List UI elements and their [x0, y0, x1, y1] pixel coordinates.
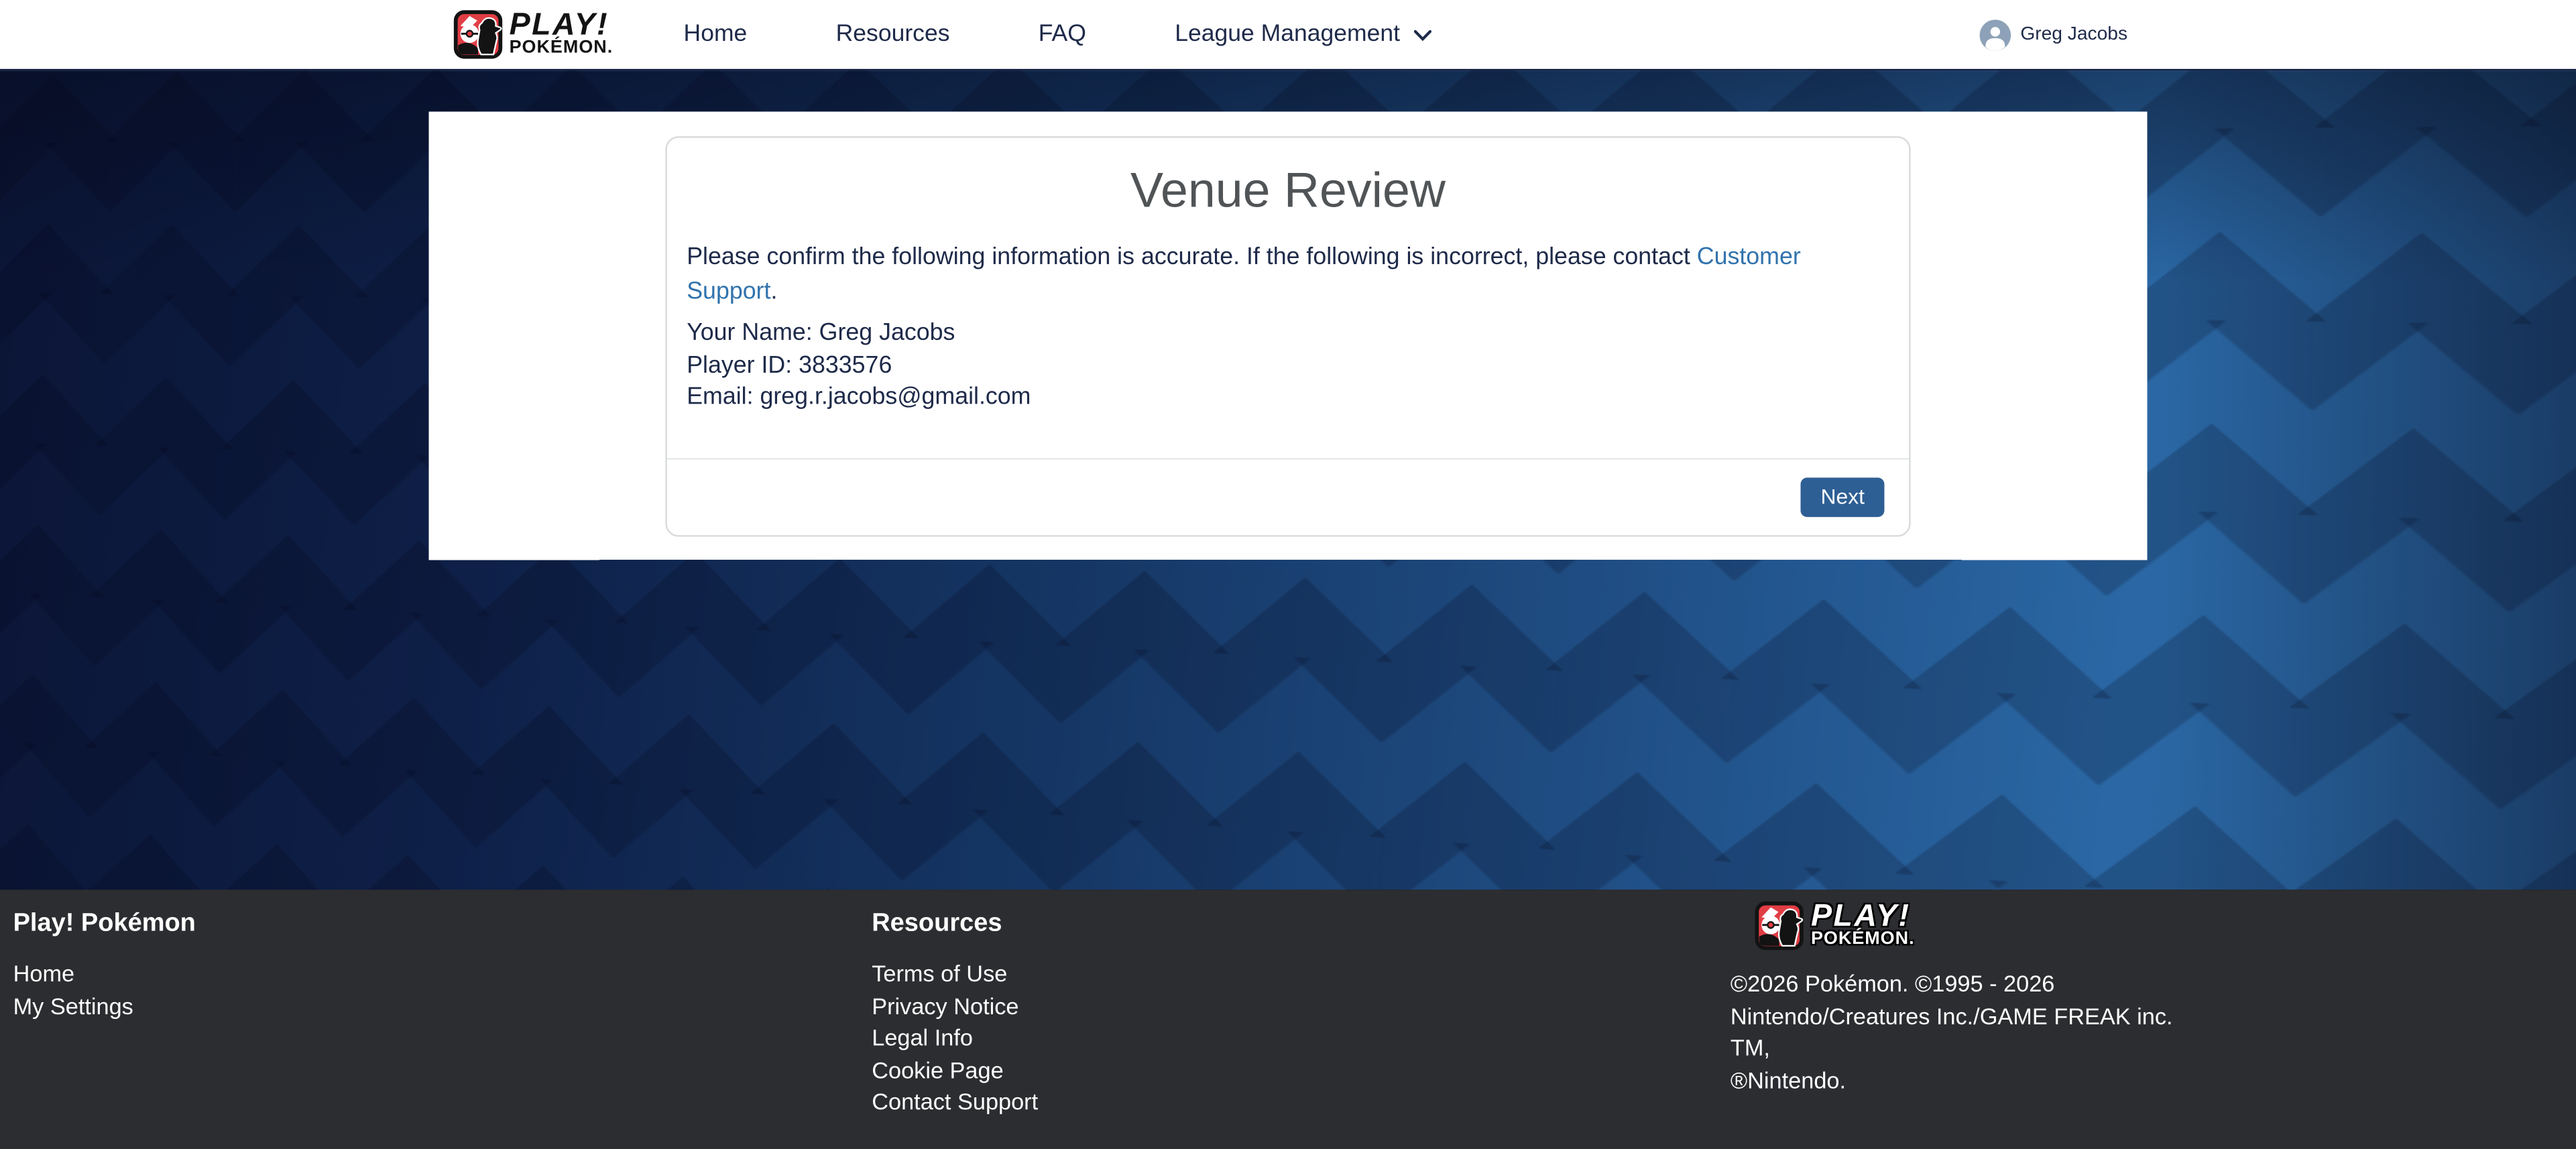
- player-email-line: Email: greg.r.jacobs@gmail.com: [687, 383, 1889, 416]
- confirm-text-suffix: .: [770, 279, 777, 305]
- list-item: Home: [13, 959, 859, 991]
- venue-review-card-body: Venue Review Please confirm the followin…: [667, 138, 1909, 459]
- footer-link-cookie-page[interactable]: Cookie Page: [872, 1056, 1003, 1083]
- footer-link-terms-of-use[interactable]: Terms of Use: [872, 960, 1007, 986]
- footer-play-pokemon-logo: PLAY! POKÉMON.: [1755, 901, 2576, 950]
- nav-league-management-label: League Management: [1175, 21, 1400, 48]
- footer-logo-pokemon-text: POKÉMON.: [1811, 930, 1915, 948]
- footer-logo-play-text: PLAY!: [1811, 904, 1915, 930]
- footer-col-play-pokemon: Play! Pokémon Home My Settings: [0, 901, 859, 1120]
- player-info-block: Your Name: Greg Jacobs Player ID: 383357…: [687, 318, 1889, 416]
- footer-columns: Play! Pokémon Home My Settings Resources…: [0, 890, 2576, 1120]
- nav-item-league-management[interactable]: League Management: [1130, 21, 1477, 48]
- player-id-line: Player ID: 3833576: [687, 351, 1889, 383]
- page-title: Venue Review: [687, 162, 1889, 221]
- footer-link-legal-info[interactable]: Legal Info: [872, 1024, 973, 1050]
- confirm-text-prefix: Please confirm the following information…: [687, 245, 1697, 271]
- play-pokemon-logo-icon: [453, 10, 503, 59]
- footer-link-privacy-notice[interactable]: Privacy Notice: [872, 992, 1018, 1018]
- footer-link-home[interactable]: Home: [13, 960, 75, 986]
- footer-links-play-pokemon: Home My Settings: [13, 959, 859, 1023]
- nav-item-faq[interactable]: FAQ: [994, 21, 1130, 48]
- user-menu[interactable]: Greg Jacobs: [1979, 0, 2127, 69]
- user-name: Greg Jacobs: [2020, 25, 2127, 44]
- list-item: Cookie Page: [872, 1055, 1717, 1087]
- footer-logo-wordmark: PLAY! POKÉMON.: [1811, 904, 1915, 948]
- logo-wordmark: PLAY! POKÉMON.: [510, 12, 613, 56]
- footer-link-contact-support[interactable]: Contact Support: [872, 1089, 1038, 1115]
- top-navigation-bar: PLAY! POKÉMON. Home Resources FAQ League…: [0, 0, 2576, 70]
- footer-play-pokemon-logo-icon: [1755, 901, 1805, 950]
- copyright-line: Nintendo/Creatures Inc./GAME FREAK inc. …: [1731, 1001, 2199, 1065]
- list-item: Privacy Notice: [872, 991, 1717, 1023]
- nav-item-home[interactable]: Home: [639, 21, 791, 48]
- confirm-instructions: Please confirm the following information…: [687, 241, 1889, 310]
- footer-heading-play-pokemon: Play! Pokémon: [13, 910, 859, 939]
- header-container: PLAY! POKÉMON. Home Resources FAQ League…: [429, 0, 2148, 69]
- chevron-down-icon: [1413, 29, 1433, 43]
- player-name-line: Your Name: Greg Jacobs: [687, 318, 1889, 351]
- list-item: Terms of Use: [872, 959, 1717, 991]
- list-item: My Settings: [13, 991, 859, 1023]
- venue-review-card: Venue Review Please confirm the followin…: [665, 136, 1910, 537]
- next-button[interactable]: Next: [1801, 478, 1884, 518]
- content-panel: Venue Review Please confirm the followin…: [429, 112, 2148, 560]
- nav-item-resources[interactable]: Resources: [791, 21, 994, 48]
- main-background: Venue Review Please confirm the followin…: [0, 70, 2576, 890]
- footer-link-my-settings[interactable]: My Settings: [13, 992, 133, 1018]
- logo-play-text: PLAY!: [510, 12, 613, 38]
- main-nav: Home Resources FAQ League Management: [639, 21, 1477, 48]
- list-item: Legal Info: [872, 1023, 1717, 1055]
- venue-review-card-footer: Next: [667, 458, 1909, 535]
- footer-col-resources: Resources Terms of Use Privacy Notice Le…: [859, 901, 1718, 1120]
- site-footer: Play! Pokémon Home My Settings Resources…: [0, 890, 2576, 1149]
- play-pokemon-logo[interactable]: PLAY! POKÉMON.: [453, 10, 613, 59]
- copyright-text: ©2026 Pokémon. ©1995 - 2026 Nintendo/Cre…: [1731, 969, 2199, 1097]
- copyright-line: ©2026 Pokémon. ©1995 - 2026: [1731, 969, 2199, 1001]
- user-avatar-icon: [1979, 19, 2011, 50]
- logo-pokemon-text: POKÉMON.: [510, 39, 613, 57]
- copyright-line: ®Nintendo.: [1731, 1065, 2199, 1097]
- viewport-scaler: PLAY! POKÉMON. Home Resources FAQ League…: [0, 0, 2576, 1149]
- list-item: Contact Support: [872, 1087, 1717, 1120]
- page: PLAY! POKÉMON. Home Resources FAQ League…: [0, 0, 2576, 1149]
- footer-heading-resources: Resources: [872, 910, 1717, 939]
- footer-col-legal: PLAY! POKÉMON. ©2026 Pokémon. ©1995 - 20…: [1717, 901, 2576, 1120]
- footer-links-resources: Terms of Use Privacy Notice Legal Info C…: [872, 959, 1717, 1120]
